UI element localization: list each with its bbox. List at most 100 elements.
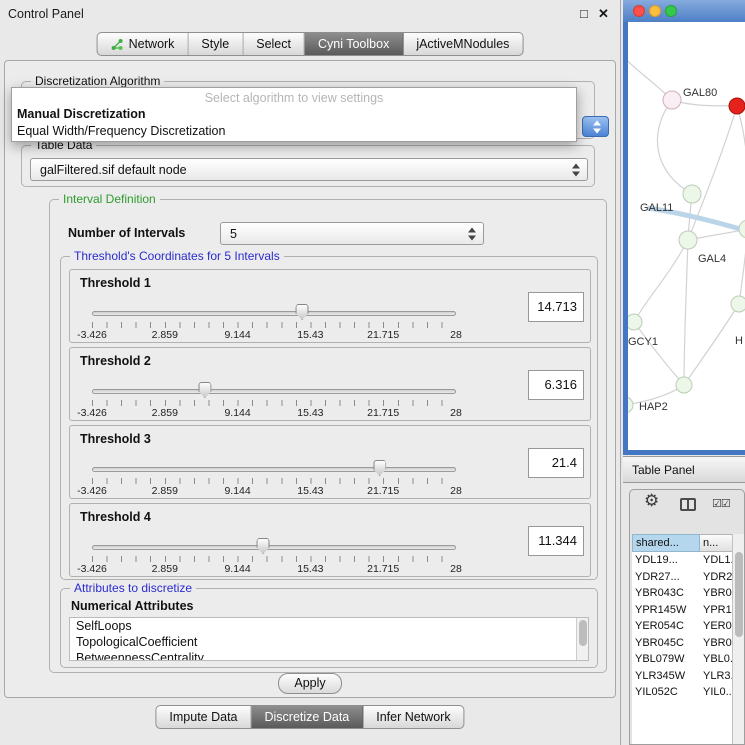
tick-label: 15.43 — [297, 329, 323, 341]
tick-label: 21.715 — [367, 329, 399, 341]
tick-label: 15.43 — [297, 563, 323, 575]
network-edges — [628, 52, 745, 405]
attributes-scrollbar[interactable] — [576, 618, 588, 660]
slider-thumb[interactable] — [198, 382, 211, 398]
node-gal11[interactable] — [683, 185, 701, 203]
node-edge-right[interactable] — [739, 220, 745, 238]
tab-impute-data[interactable]: Impute Data — [156, 706, 251, 728]
restore-window-icon[interactable]: □ — [580, 6, 588, 21]
slider-thumb[interactable] — [257, 538, 270, 554]
combobox-value: galFiltered.sif default node — [40, 163, 187, 177]
column-header-shared-name[interactable]: shared... — [632, 534, 700, 552]
table-cell: YBR0... — [700, 585, 732, 602]
apply-button[interactable]: Apply — [278, 673, 342, 694]
tab-discretize-data[interactable]: Discretize Data — [252, 706, 364, 728]
table-scrollbar[interactable] — [732, 534, 744, 744]
list-item[interactable]: SelfLoops — [70, 618, 588, 634]
threshold-value-field[interactable]: 6.316 — [528, 370, 584, 400]
slider-track[interactable] — [92, 311, 456, 316]
table-cell: YLR3... — [700, 668, 732, 685]
threshold-slider[interactable]: -3.426 2.859 9.144 15.43 21.715 28 — [92, 458, 456, 500]
node-mid[interactable] — [676, 377, 692, 393]
tab-jactivemnodules[interactable]: jActiveMNodules — [403, 33, 522, 55]
node-label-gal11: GAL11 — [640, 202, 673, 214]
slider-tick-labels: -3.426 2.859 9.144 15.43 21.715 28 — [92, 485, 456, 498]
list-item[interactable]: TopologicalCoefficient — [70, 634, 588, 650]
threshold-value-field[interactable]: 21.4 — [528, 448, 584, 478]
threshold-slider[interactable]: -3.426 2.859 9.144 15.43 21.715 28 — [92, 302, 456, 344]
close-traffic-light[interactable] — [633, 5, 645, 17]
table-row[interactable]: YBL079WYBL0... — [632, 651, 732, 668]
node-label-hap2: HAP2 — [639, 401, 668, 413]
table-cell: YBL079W — [632, 651, 700, 668]
table-cell: YDR27... — [632, 569, 700, 586]
interval-definition-group: Interval Definition Number of Intervals … — [49, 199, 607, 673]
node-gal4[interactable] — [679, 231, 697, 249]
column-header-name[interactable]: n... — [700, 534, 734, 552]
attributes-group: Attributes to discretize Numerical Attri… — [60, 588, 598, 668]
scrollbar-thumb[interactable] — [735, 552, 743, 637]
threshold-label: Threshold 3 — [80, 432, 151, 446]
node-hap2[interactable] — [628, 397, 633, 413]
table-row[interactable]: YIL052CYIL0... — [632, 684, 732, 701]
tick-label: 15.43 — [297, 407, 323, 419]
zoom-traffic-light[interactable] — [665, 5, 677, 17]
tick-label: 2.859 — [152, 407, 178, 419]
table-row[interactable]: YDR27...YDR2... — [632, 569, 732, 586]
network-canvas[interactable]: GAL80 GAL11 GAL4 GCY1 HAP2 H — [628, 22, 745, 450]
threshold-3-box: Threshold 3 -3.426 2.859 9.144 15.43 21.… — [69, 425, 591, 499]
slider-ticks — [92, 400, 456, 406]
table-data-combobox[interactable]: galFiltered.sif default node — [30, 158, 588, 181]
node-right[interactable] — [731, 296, 745, 312]
slider-track[interactable] — [92, 467, 456, 472]
num-intervals-combobox[interactable]: 5 — [220, 222, 484, 245]
list-item[interactable]: BetweennessCentrality — [70, 650, 588, 661]
tick-label: 28 — [450, 329, 462, 341]
tab-infer-network[interactable]: Infer Network — [363, 706, 463, 728]
tick-label: -3.426 — [77, 407, 107, 419]
algorithm-dropdown-popup: Select algorithm to view settings Manual… — [11, 87, 577, 142]
dropdown-placeholder: Select algorithm to view settings — [12, 91, 576, 105]
tick-label: 21.715 — [367, 407, 399, 419]
tab-cyni-toolbox[interactable]: Cyni Toolbox — [305, 33, 403, 55]
table-row[interactable]: YPR145WYPR1... — [632, 602, 732, 619]
table-row[interactable]: YBR043CYBR0... — [632, 585, 732, 602]
table-row[interactable]: YBR045CYBR0... — [632, 635, 732, 652]
table-cell: YBR045C — [632, 635, 700, 652]
close-window-icon[interactable]: ✕ — [598, 6, 609, 22]
threshold-slider[interactable]: -3.426 2.859 9.144 15.43 21.715 28 — [92, 536, 456, 578]
table-row[interactable]: YDL19...YDL1... — [632, 552, 732, 569]
tab-network[interactable]: Network — [98, 33, 189, 55]
dropdown-option-manual[interactable]: Manual Discretization — [17, 107, 146, 121]
scrollbar-thumb[interactable] — [579, 620, 587, 646]
tab-style[interactable]: Style — [188, 33, 243, 55]
node-selected-red[interactable] — [729, 98, 745, 114]
num-intervals-label: Number of Intervals — [68, 226, 185, 240]
checkbox-filter-icon[interactable]: ☑☑ — [712, 497, 730, 510]
combo-arrows-icon — [572, 163, 581, 176]
dropdown-option-equal-width[interactable]: Equal Width/Frequency Discretization — [17, 124, 225, 138]
tab-select[interactable]: Select — [243, 33, 305, 55]
slider-thumb[interactable] — [373, 460, 386, 476]
table-cell: YPR1... — [700, 602, 732, 619]
group-title: Discretization Algorithm — [31, 74, 164, 88]
node-gal80[interactable] — [663, 91, 681, 109]
bottom-tab-bar: Impute Data Discretize Data Infer Networ… — [155, 705, 464, 729]
threshold-value-field[interactable]: 14.713 — [528, 292, 584, 322]
table-row[interactable]: YER054CYER0... — [632, 618, 732, 635]
tick-label: 21.715 — [367, 563, 399, 575]
combobox-value: 5 — [230, 227, 237, 241]
minimize-traffic-light[interactable] — [649, 5, 661, 17]
slider-track[interactable] — [92, 389, 456, 394]
threshold-value-field[interactable]: 11.344 — [528, 526, 584, 556]
columns-icon[interactable] — [680, 498, 696, 511]
slider-thumb[interactable] — [296, 304, 309, 320]
threshold-slider[interactable]: -3.426 2.859 9.144 15.43 21.715 28 — [92, 380, 456, 422]
gear-icon[interactable]: ⚙ — [644, 491, 659, 511]
tick-label: -3.426 — [77, 485, 107, 497]
algorithm-combobox-button[interactable] — [582, 116, 609, 137]
table-row[interactable]: YLR345WYLR3... — [632, 668, 732, 685]
slider-track[interactable] — [92, 545, 456, 550]
tick-label: 21.715 — [367, 485, 399, 497]
node-gcy1[interactable] — [628, 314, 642, 330]
